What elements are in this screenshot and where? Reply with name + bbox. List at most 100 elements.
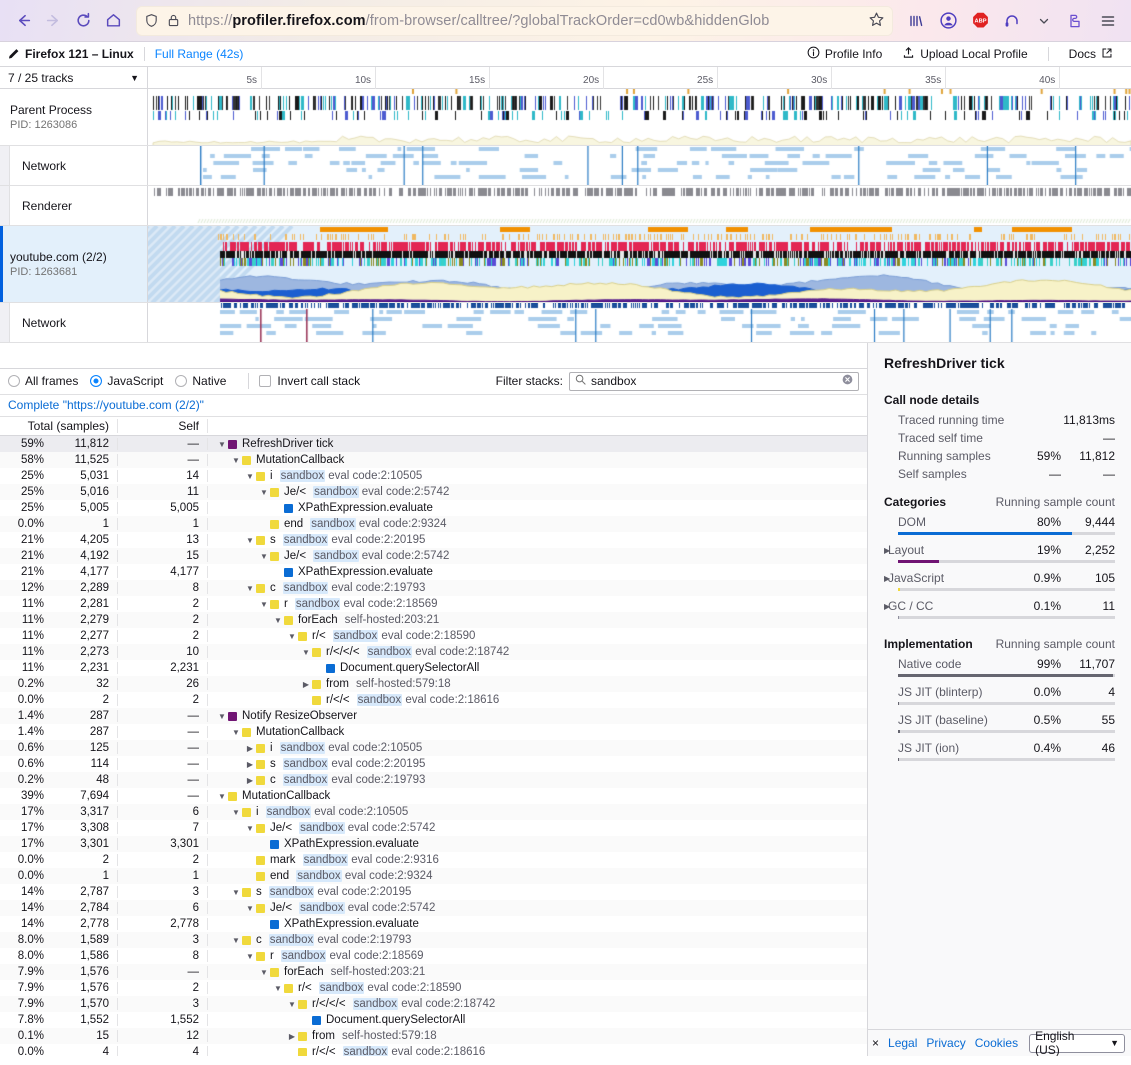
library-icon[interactable] [901, 6, 931, 36]
privacy-link[interactable]: Privacy [926, 1036, 965, 1050]
track-label[interactable]: youtube.com (2/2)PID: 1263681 [0, 226, 148, 302]
table-row[interactable]: 21%4,1774,177XPathExpression.evaluate [0, 564, 867, 580]
table-row[interactable]: 11%2,2812▼rsandbox eval code:2:18569 [0, 596, 867, 612]
call-tree-rows[interactable]: 59%11,812—▼RefreshDriver tick58%11,525—▼… [0, 436, 867, 1056]
chevron-down-icon[interactable]: ▼ [244, 904, 256, 913]
profile-name-editor[interactable]: Firefox 121 – Linux [8, 47, 134, 62]
chevron-down-icon[interactable]: ▼ [244, 472, 256, 481]
track-label[interactable]: Parent ProcessPID: 1263086 [0, 89, 148, 145]
timeline-track-youtube-com-2-2[interactable]: youtube.com (2/2)PID: 1263681 [0, 226, 1131, 303]
table-row[interactable]: 0.0%22r/</<sandbox eval code:2:18616 [0, 692, 867, 708]
chevron-down-icon[interactable]: ▼ [272, 616, 284, 625]
chevron-right-icon[interactable]: ▶ [300, 680, 312, 689]
invert-call-stack-checkbox[interactable]: Invert call stack [259, 374, 360, 388]
chevron-down-icon[interactable]: ▼ [244, 824, 256, 833]
chevron-down-icon[interactable]: ▼ [216, 440, 228, 449]
chevron-down-icon[interactable]: ▼ [258, 968, 270, 977]
upload-local-profile-button[interactable]: Upload Local Profile [892, 43, 1037, 65]
chevron-down-icon[interactable]: ▼ [272, 984, 284, 993]
track-graph[interactable] [148, 146, 1131, 185]
table-row[interactable]: 11%2,27310▼r/</</<sandbox eval code:2:18… [0, 644, 867, 660]
chevron-right-icon[interactable]: ▶ [286, 1032, 298, 1041]
radio-native[interactable]: Native [175, 374, 226, 388]
timeline-track-network[interactable]: Network [0, 303, 1131, 343]
timeline-ruler[interactable]: 5s10s15s20s25s30s35s40s [148, 67, 1131, 89]
table-row[interactable]: 7.9%1,576—▼forEachself-hosted:203:21 [0, 964, 867, 980]
chevron-down-icon[interactable]: ▼ [244, 536, 256, 545]
close-icon[interactable]: × [872, 1036, 879, 1050]
track-graph-canvas[interactable] [148, 303, 1131, 342]
chevron-down-icon[interactable]: ▼ [258, 488, 270, 497]
table-row[interactable]: 7.8%1,5521,552Document.querySelectorAll [0, 1012, 867, 1028]
chevron-down-icon[interactable]: ▼ [216, 712, 228, 721]
table-row[interactable]: 25%5,03114▼isandbox eval code:2:10505 [0, 468, 867, 484]
table-row[interactable]: 0.0%44r/</<sandbox eval code:2:18616 [0, 1044, 867, 1056]
timeline-track-renderer[interactable]: Renderer [0, 186, 1131, 226]
chevron-down-icon[interactable] [1029, 6, 1059, 36]
table-row[interactable]: 17%3,3087▼Je/<sandbox eval code:2:5742 [0, 820, 867, 836]
timeline-track-parent-process[interactable]: Parent ProcessPID: 1263086 [0, 89, 1131, 146]
chevron-right-icon[interactable]: ▶ [244, 760, 256, 769]
table-row[interactable]: 0.2%48—▶csandbox eval code:2:19793 [0, 772, 867, 788]
radio-all-frames[interactable]: All frames [8, 374, 78, 388]
star-icon[interactable] [868, 11, 885, 31]
clear-search-icon[interactable] [842, 374, 853, 388]
table-row[interactable]: 58%11,525—▼MutationCallback [0, 452, 867, 468]
track-graph-canvas[interactable] [148, 186, 1131, 225]
table-row[interactable]: 1.4%287—▼MutationCallback [0, 724, 867, 740]
chevron-down-icon[interactable]: ▼ [230, 936, 242, 945]
back-arrow-icon[interactable] [8, 6, 38, 36]
table-row[interactable]: 1.4%287—▼Notify ResizeObserver [0, 708, 867, 724]
table-row[interactable]: 14%2,7846▼Je/<sandbox eval code:2:5742 [0, 900, 867, 916]
table-row[interactable]: 12%2,2898▼csandbox eval code:2:19793 [0, 580, 867, 596]
table-row[interactable]: 11%2,2792▼forEachself-hosted:203:21 [0, 612, 867, 628]
track-graph[interactable] [148, 303, 1131, 342]
language-select[interactable]: English (US) ▼ [1029, 1034, 1125, 1053]
url-bar[interactable]: https://profiler.firefox.com/from-browse… [136, 6, 893, 36]
table-row[interactable]: 8.0%1,5893▼csandbox eval code:2:19793 [0, 932, 867, 948]
track-graph-canvas[interactable] [148, 146, 1131, 185]
table-row[interactable]: 0.2%3226▶fromself-hosted:579:18 [0, 676, 867, 692]
chevron-down-icon[interactable]: ▼ [230, 728, 242, 737]
search-input[interactable]: sandbox [569, 372, 859, 391]
table-row[interactable]: 21%4,20513▼ssandbox eval code:2:20195 [0, 532, 867, 548]
table-row[interactable]: 7.9%1,5703▼r/</</<sandbox eval code:2:18… [0, 996, 867, 1012]
chevron-down-icon[interactable]: ▼ [258, 552, 270, 561]
track-graph-canvas[interactable] [148, 226, 1131, 302]
table-row[interactable]: 25%5,01611▼Je/<sandbox eval code:2:5742 [0, 484, 867, 500]
table-row[interactable]: 0.6%125—▶isandbox eval code:2:10505 [0, 740, 867, 756]
table-row[interactable]: 14%2,7782,778XPathExpression.evaluate [0, 916, 867, 932]
column-header-self[interactable]: Self [118, 419, 208, 433]
home-icon[interactable] [98, 6, 128, 36]
table-row[interactable]: 17%3,3176▼isandbox eval code:2:10505 [0, 804, 867, 820]
breakdown-row[interactable]: ▶GC / CC0.1%11 [884, 597, 1115, 615]
breakdown-row[interactable]: ▶Layout19%2,252 [884, 541, 1115, 559]
hamburger-menu-icon[interactable] [1093, 6, 1123, 36]
adblock-icon[interactable]: ABP [965, 6, 995, 36]
chevron-down-icon[interactable]: ▼ [300, 648, 312, 657]
track-graph-canvas[interactable] [148, 89, 1131, 145]
breakdown-row[interactable]: ▶JavaScript0.9%105 [884, 569, 1115, 587]
track-graph[interactable] [148, 226, 1131, 302]
table-row[interactable]: 21%4,19215▼Je/<sandbox eval code:2:5742 [0, 548, 867, 564]
table-row[interactable]: 17%3,3013,301XPathExpression.evaluate [0, 836, 867, 852]
table-row[interactable]: 11%2,2772▼r/<sandbox eval code:2:18590 [0, 628, 867, 644]
table-row[interactable]: 14%2,7873▼ssandbox eval code:2:20195 [0, 884, 867, 900]
track-graph[interactable] [148, 89, 1131, 145]
shield-icon[interactable] [144, 13, 159, 28]
table-row[interactable]: 11%2,2312,231Document.querySelectorAll [0, 660, 867, 676]
headphones-icon[interactable] [997, 6, 1027, 36]
table-row[interactable]: 0.6%114—▶ssandbox eval code:2:20195 [0, 756, 867, 772]
track-graph[interactable] [148, 186, 1131, 225]
track-label[interactable]: Network [0, 303, 148, 342]
extensions-icon[interactable] [1061, 6, 1091, 36]
account-icon[interactable] [933, 6, 963, 36]
chevron-down-icon[interactable]: ▼ [216, 792, 228, 801]
chevron-down-icon[interactable]: ▼ [230, 808, 242, 817]
breadcrumb[interactable]: Complete "https://youtube.com (2/2)" [0, 395, 867, 417]
column-header-total[interactable]: Total (samples) [0, 419, 118, 433]
chevron-right-icon[interactable]: ▶ [244, 776, 256, 785]
chevron-down-icon[interactable]: ▼ [244, 952, 256, 961]
chevron-down-icon[interactable]: ▼ [286, 1000, 298, 1009]
chevron-right-icon[interactable]: ▶ [244, 744, 256, 753]
